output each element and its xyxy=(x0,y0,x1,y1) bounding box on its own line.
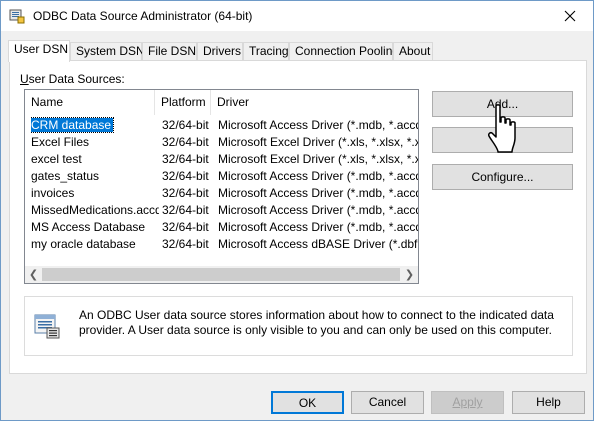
row-driver: Microsoft Excel Driver (*.xls, *.xlsx, *… xyxy=(218,135,418,149)
row-driver: Microsoft Access Driver (*.mdb, *.accdb) xyxy=(218,203,419,217)
odbc-app-icon xyxy=(9,9,25,24)
cancel-button[interactable]: Cancel xyxy=(351,391,424,414)
list-item[interactable]: MS Access Database 32/64-bit Microsoft A… xyxy=(25,219,418,236)
data-source-info-icon xyxy=(34,314,60,339)
column-header-name[interactable]: Name xyxy=(25,90,155,115)
row-driver: Microsoft Access Driver (*.mdb, *.accdb) xyxy=(218,118,419,132)
list-item[interactable]: my oracle database 32/64-bit Microsoft A… xyxy=(25,236,418,253)
tab-system-dsn[interactable]: System DSN xyxy=(70,42,145,61)
apply-button[interactable]: Apply xyxy=(431,391,504,414)
tab-user-dsn[interactable]: User DSN xyxy=(8,40,70,62)
row-platform: 32/64-bit xyxy=(162,220,209,234)
list-item[interactable]: gates_status 32/64-bit Microsoft Access … xyxy=(25,168,418,185)
row-name: gates_status xyxy=(31,169,100,183)
row-name: MS Access Database xyxy=(31,220,146,234)
close-button[interactable] xyxy=(547,1,593,31)
hand-pointer-cursor-icon xyxy=(488,104,516,153)
horizontal-scrollbar[interactable]: ❮ ❯ xyxy=(25,266,418,283)
close-icon xyxy=(564,10,576,22)
row-driver: Microsoft Access Driver (*.mdb, *.accdb) xyxy=(218,169,419,183)
row-platform: 32/64-bit xyxy=(162,237,209,251)
row-driver: Microsoft Access dBASE Driver (*.dbf, *.… xyxy=(218,237,419,251)
help-button[interactable]: Help xyxy=(512,391,585,414)
ok-button[interactable]: OK xyxy=(271,391,344,414)
row-platform: 32/64-bit xyxy=(162,118,209,132)
title-bar: ODBC Data Source Administrator (64-bit) xyxy=(1,1,593,31)
user-data-sources-label-rest: ser Data Sources: xyxy=(28,72,125,86)
scrollbar-thumb[interactable] xyxy=(42,268,400,281)
info-box: An ODBC User data source stores informat… xyxy=(24,296,573,356)
configure-button-label: Configure... xyxy=(471,170,534,184)
row-platform: 32/64-bit xyxy=(162,203,209,217)
row-name: excel test xyxy=(31,152,82,166)
row-platform: 32/64-bit xyxy=(162,169,209,183)
row-platform: 32/64-bit xyxy=(162,186,209,200)
row-driver: Microsoft Access Driver (*.mdb, *.accdb) xyxy=(218,186,419,200)
row-name: invoices xyxy=(31,186,75,200)
list-item[interactable]: MissedMedications.accdb 32/64-bit Micros… xyxy=(25,202,418,219)
column-header-driver[interactable]: Driver xyxy=(211,90,418,115)
row-name: MissedMedications.accdb xyxy=(31,203,159,217)
column-header-platform[interactable]: Platform xyxy=(155,90,211,115)
row-name: my oracle database xyxy=(31,237,136,251)
tab-drivers[interactable]: Drivers xyxy=(197,42,243,61)
tab-about[interactable]: About xyxy=(393,42,433,61)
tab-connection-pooling[interactable]: Connection Pooling xyxy=(289,42,399,61)
tab-file-dsn[interactable]: File DSN xyxy=(142,42,197,61)
row-platform: 32/64-bit xyxy=(162,152,209,166)
data-sources-list[interactable]: Name Platform Driver CRM database 32/64-… xyxy=(24,89,419,284)
list-rows: CRM database 32/64-bit Microsoft Access … xyxy=(25,117,418,253)
scroll-left-arrow-icon[interactable]: ❮ xyxy=(25,266,42,283)
row-platform: 32/64-bit xyxy=(162,135,209,149)
window-title: ODBC Data Source Administrator (64-bit) xyxy=(33,9,253,23)
tab-tracing[interactable]: Tracing xyxy=(243,42,289,61)
list-item-selected[interactable]: CRM database 32/64-bit Microsoft Access … xyxy=(25,117,418,134)
row-driver: Microsoft Excel Driver (*.xls, *.xlsx, *… xyxy=(218,152,418,166)
apply-button-label: Apply xyxy=(452,395,483,409)
list-item[interactable]: Excel Files 32/64-bit Microsoft Excel Dr… xyxy=(25,134,418,151)
user-data-sources-label: User Data Sources: xyxy=(20,72,125,86)
row-name: CRM database xyxy=(31,117,115,133)
info-text: An ODBC User data source stores informat… xyxy=(79,308,554,337)
scroll-right-arrow-icon[interactable]: ❯ xyxy=(401,266,418,283)
row-driver: Microsoft Access Driver (*.mdb, *.accdb) xyxy=(218,220,419,234)
row-name: Excel Files xyxy=(31,135,90,149)
list-header: Name Platform Driver xyxy=(25,90,418,115)
list-item[interactable]: excel test 32/64-bit Microsoft Excel Dri… xyxy=(25,151,418,168)
odbc-window: ODBC Data Source Administrator (64-bit) … xyxy=(0,0,594,421)
configure-button[interactable]: Configure... xyxy=(432,164,573,190)
list-item[interactable]: invoices 32/64-bit Microsoft Access Driv… xyxy=(25,185,418,202)
